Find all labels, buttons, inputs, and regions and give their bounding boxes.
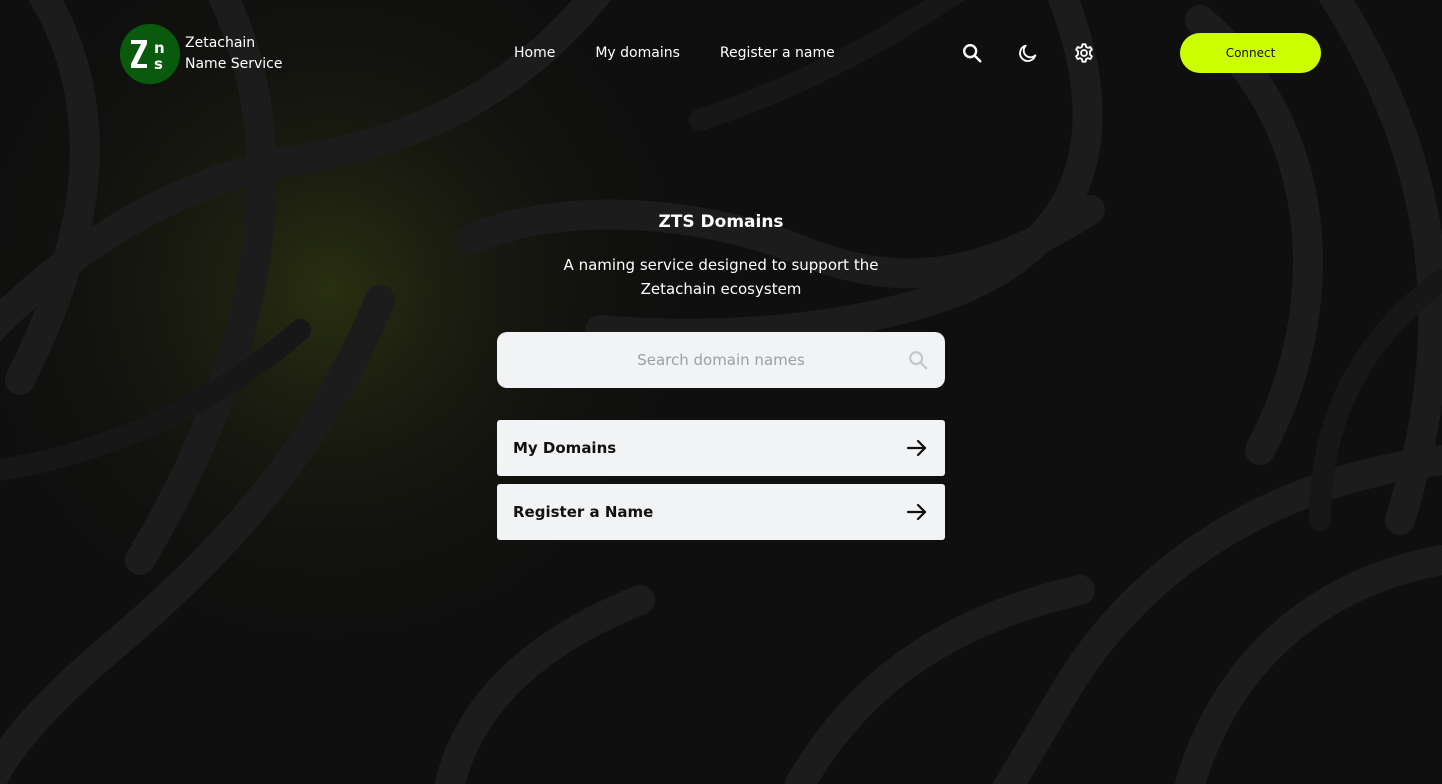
my-domains-card[interactable]: My Domains xyxy=(497,420,945,476)
moon-icon[interactable] xyxy=(1016,41,1040,65)
zns-logo-icon: n s xyxy=(120,24,180,84)
register-name-card-label: Register a Name xyxy=(513,503,654,521)
svg-text:s: s xyxy=(154,55,163,73)
brand-name-line1: Zetachain xyxy=(185,35,256,51)
nav-register-link[interactable]: Register a name xyxy=(720,43,835,63)
register-name-card[interactable]: Register a Name xyxy=(497,484,945,540)
arrow-right-icon xyxy=(906,439,927,457)
main-nav: Home My domains Register a name xyxy=(514,43,835,63)
connect-button[interactable]: Connect xyxy=(1180,33,1321,73)
domain-search-input[interactable] xyxy=(497,332,945,388)
page-title: ZTS Domains xyxy=(658,212,784,232)
search-icon[interactable] xyxy=(960,41,984,65)
nav-home-link[interactable]: Home xyxy=(514,43,555,63)
arrow-right-icon xyxy=(906,503,927,521)
search-box xyxy=(497,332,945,388)
search-field-icon[interactable] xyxy=(907,349,929,371)
nav-my-domains-link[interactable]: My domains xyxy=(595,43,680,63)
brand-logo[interactable]: n s Zetachain Name Service xyxy=(120,24,283,84)
my-domains-card-label: My Domains xyxy=(513,439,617,457)
gear-icon[interactable] xyxy=(1072,41,1096,65)
brand-name: Zetachain Name Service xyxy=(185,33,283,75)
brand-name-line2: Name Service xyxy=(185,56,283,72)
page-subtitle: A naming service designed to support the… xyxy=(563,256,879,298)
